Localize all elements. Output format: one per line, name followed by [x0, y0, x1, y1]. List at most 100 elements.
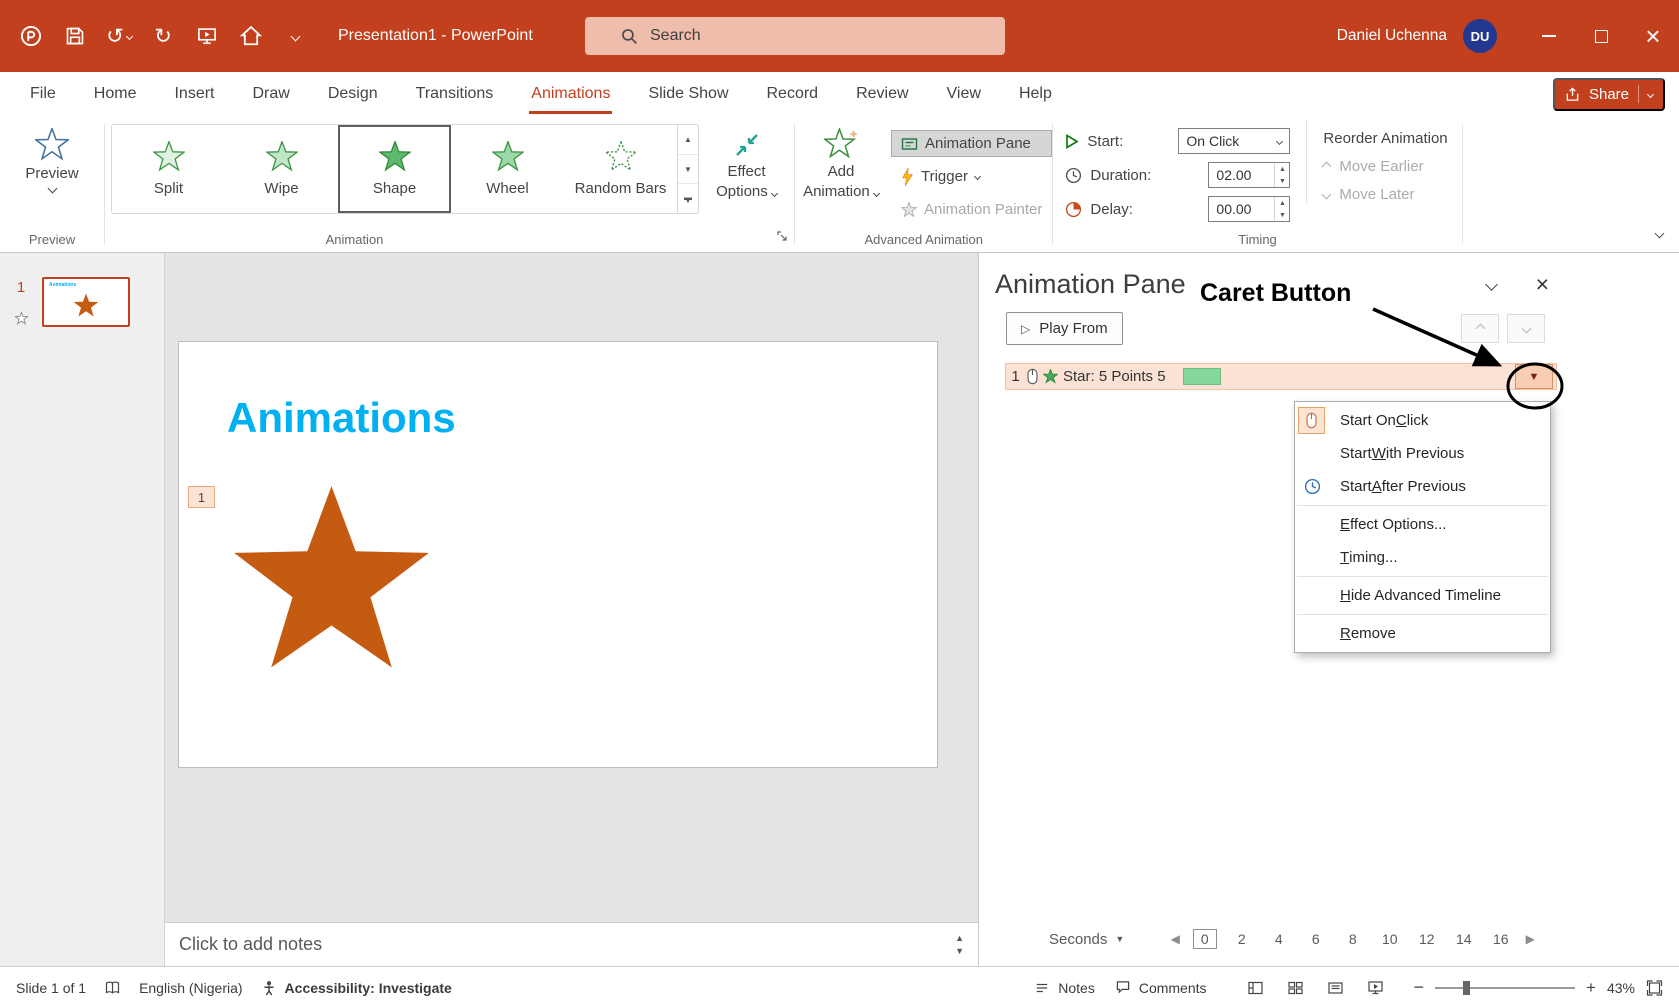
slideshow-view-icon[interactable] [1367, 980, 1384, 996]
close-button[interactable]: × [1627, 0, 1679, 72]
gallery-item-split[interactable]: Split [112, 125, 225, 213]
play-from-button[interactable]: ▷ Play From [1006, 312, 1123, 345]
zoom-slider[interactable] [1435, 987, 1575, 989]
gallery-scroll-down-icon[interactable]: ▼ [678, 155, 698, 185]
delay-input[interactable]: 00.00 ▲▼ [1208, 196, 1290, 222]
redo-icon[interactable]: ↻ [144, 17, 182, 55]
avatar[interactable]: DU [1463, 19, 1497, 53]
zoom-slider-handle[interactable] [1463, 981, 1470, 995]
tab-help[interactable]: Help [1017, 75, 1054, 114]
gallery-scroll-up-icon[interactable]: ▲ [678, 125, 698, 155]
slide-canvas-area[interactable]: Animations 1 [165, 253, 978, 922]
reorder-up-button[interactable] [1461, 314, 1499, 343]
animation-painter-button[interactable]: Animation Painter [891, 196, 1052, 223]
slide-sorter-view-icon[interactable] [1287, 980, 1304, 996]
tab-view[interactable]: View [945, 75, 983, 114]
gallery-item-random-bars[interactable]: Random Bars [564, 125, 677, 213]
tab-draw[interactable]: Draw [250, 75, 291, 114]
move-earlier-button[interactable]: Move Earlier [1323, 158, 1447, 175]
share-chevron-icon[interactable] [1647, 90, 1654, 97]
gallery-item-shape[interactable]: Shape [338, 125, 451, 213]
tab-slide-show[interactable]: Slide Show [646, 75, 730, 114]
duration-clock-icon [1065, 167, 1082, 184]
preview-button[interactable]: Preview [3, 120, 101, 192]
delay-up-icon[interactable]: ▲ [1275, 197, 1289, 209]
slide-title[interactable]: Animations [227, 394, 456, 442]
scroll-down-icon[interactable]: ▼ [955, 946, 964, 956]
pane-close-icon[interactable]: × [1536, 273, 1549, 296]
powerpoint-logo-icon[interactable] [12, 17, 50, 55]
zoom-in-button[interactable]: + [1586, 978, 1596, 998]
duration-input[interactable]: 02.00 ▲▼ [1208, 162, 1290, 188]
menu-item-start-with-previous[interactable]: Start With Previous [1295, 437, 1550, 470]
start-dropdown[interactable]: On Click [1178, 128, 1290, 154]
reading-view-icon[interactable] [1327, 980, 1344, 996]
trigger-button[interactable]: Trigger [891, 163, 1052, 190]
seconds-dropdown[interactable]: Seconds ▼ [1049, 931, 1124, 948]
normal-view-icon[interactable] [1247, 980, 1264, 996]
comments-button[interactable]: Comments [1115, 980, 1207, 996]
share-button[interactable]: Share [1553, 78, 1665, 111]
gallery-item-wipe[interactable]: Wipe [225, 125, 338, 213]
undo-icon[interactable]: ↺ [100, 17, 138, 55]
home-icon[interactable] [232, 17, 270, 55]
delay-down-icon[interactable]: ▼ [1275, 209, 1289, 221]
animation-number-badge[interactable]: 1 [188, 486, 215, 508]
language-indicator[interactable]: English (Nigeria) [139, 980, 242, 996]
minimize-button[interactable] [1523, 0, 1575, 72]
menu-item-hide-advanced-timeline[interactable]: Hide Advanced Timeline [1295, 579, 1550, 612]
notes-area[interactable]: Click to add notes ▲ ▼ [165, 922, 978, 966]
preview-chevron-icon[interactable] [47, 184, 57, 194]
slide-star-shape[interactable] [229, 482, 434, 687]
tab-transitions[interactable]: Transitions [414, 75, 496, 114]
timeline-left-arrow-icon[interactable]: ◀ [1164, 932, 1186, 946]
zoom-out-button[interactable]: − [1414, 977, 1425, 998]
accessibility-status[interactable]: Accessibility: Investigate [261, 980, 452, 996]
animation-pane-button[interactable]: Animation Pane [891, 130, 1052, 157]
slideshow-from-start-icon[interactable] [188, 17, 226, 55]
account-area[interactable]: Daniel Uchenna DU [1337, 19, 1497, 53]
collapse-ribbon-icon[interactable] [1656, 224, 1663, 242]
menu-item-start-on-click[interactable]: Start On Click [1295, 404, 1550, 437]
menu-item-timing[interactable]: Timing... [1295, 541, 1550, 574]
maximize-button[interactable] [1575, 0, 1627, 72]
trigger-chevron-icon[interactable] [974, 173, 981, 180]
caret-button[interactable]: ▼ [1515, 364, 1553, 389]
search-input[interactable]: Search [585, 17, 1005, 55]
tab-record[interactable]: Record [765, 75, 821, 114]
tab-insert[interactable]: Insert [172, 75, 216, 114]
share-label: Share [1589, 86, 1629, 103]
fit-to-window-icon[interactable] [1646, 980, 1663, 996]
scroll-up-icon[interactable]: ▲ [955, 933, 964, 943]
tab-animations[interactable]: Animations [529, 75, 612, 114]
dialog-launcher-icon[interactable] [777, 231, 788, 242]
tab-home[interactable]: Home [92, 75, 139, 114]
tab-review[interactable]: Review [854, 75, 910, 114]
slide-thumbnail[interactable]: Animations [42, 277, 130, 327]
duration-down-icon[interactable]: ▼ [1275, 175, 1289, 187]
tab-file[interactable]: File [28, 75, 58, 114]
timeline-bar[interactable] [1183, 368, 1221, 385]
add-animation-button[interactable]: Add Animation [795, 120, 887, 200]
timeline-right-arrow-icon[interactable]: ▶ [1519, 932, 1541, 946]
effect-options-button[interactable]: Effect Options [699, 120, 794, 200]
gallery-expand-icon[interactable]: ▬▼ [678, 184, 698, 213]
customize-toolbar-icon[interactable] [276, 17, 314, 55]
slide-info[interactable]: Slide 1 of 1 [16, 980, 86, 996]
animation-list-item[interactable]: 1 Star: 5 Points 5 ▼ [1005, 363, 1557, 390]
tab-design[interactable]: Design [326, 75, 380, 114]
menu-item-remove[interactable]: Remove [1295, 617, 1550, 650]
reorder-down-button[interactable] [1507, 314, 1545, 343]
menu-item-start-after-previous[interactable]: Start After Previous [1295, 470, 1550, 503]
menu-item-effect-options[interactable]: Effect Options... [1295, 508, 1550, 541]
save-icon[interactable] [56, 17, 94, 55]
gallery-item-wheel[interactable]: Wheel [451, 125, 564, 213]
slide[interactable]: Animations 1 [178, 341, 938, 768]
proofing-icon[interactable] [104, 980, 121, 996]
move-later-button[interactable]: Move Later [1323, 186, 1447, 203]
notes-button[interactable]: Notes [1034, 980, 1095, 996]
zoom-level[interactable]: 43% [1607, 980, 1635, 996]
pane-options-chevron-icon[interactable] [1485, 278, 1498, 291]
seconds-chevron-icon: ▼ [1115, 934, 1124, 944]
duration-up-icon[interactable]: ▲ [1275, 163, 1289, 175]
